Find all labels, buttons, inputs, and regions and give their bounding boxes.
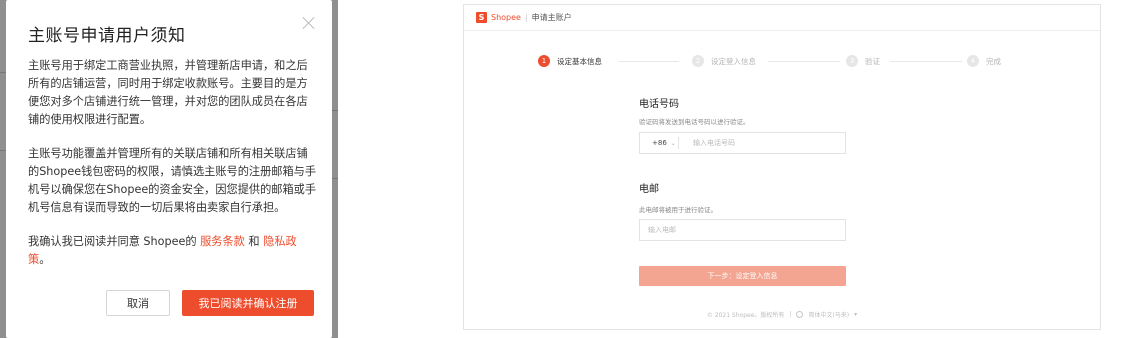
email-hint: 此电邮将被用于进行验证。 — [639, 206, 717, 214]
modal-body: 主账号用于绑定工商营业执照，并管理新店申请，和之后所有的店铺运营，同时用于绑定收… — [28, 57, 318, 285]
modal-overlay: 主账号申请用户须知 主账号用于绑定工商营业执照，并管理新店申请，和之后所有的店铺… — [0, 0, 338, 338]
phone-section-title: 电话号码 — [639, 99, 679, 110]
step-label: 设定基本信息 — [557, 56, 602, 66]
language-selector[interactable]: 简体中文(马来) — [808, 310, 849, 319]
agreement-text: 我确认我已阅读并同意 Shopee的 服务条款 和 隐私政策。 — [28, 233, 318, 269]
shopee-logo-text[interactable]: Shopee — [491, 13, 521, 22]
step-number: 4 — [967, 55, 979, 67]
step-login-info: 2 设定登入信息 — [692, 55, 756, 67]
confirm-register-button[interactable]: 我已阅读并确认注册 — [182, 290, 314, 316]
next-step-button[interactable]: 下一步：设定登入信息 — [639, 266, 846, 286]
footer-divider: | — [789, 311, 792, 318]
phone-field: +86 ⌄ 输入电话号码 — [639, 132, 846, 154]
step-label: 完成 — [986, 56, 1001, 66]
phone-hint: 验证码将发送到电话号码以进行验证。 — [639, 118, 750, 126]
agreement-suffix: 。 — [39, 253, 51, 266]
page-title: 申请主账户 — [531, 13, 572, 22]
step-number: 3 — [846, 55, 858, 67]
agreement-and: 和 — [244, 235, 264, 248]
notice-paragraph-1: 主账号用于绑定工商营业执照，并管理新店申请，和之后所有的店铺运营，同时用于绑定收… — [28, 59, 308, 126]
agreement-prefix: 我确认我已阅读并同意 Shopee的 — [28, 235, 201, 248]
step-connector — [619, 61, 679, 62]
modal-footer: 取消 我已阅读并确认注册 — [106, 290, 314, 316]
step-basic-info: 1 设定基本信息 — [538, 55, 602, 67]
phone-input[interactable]: 输入电话号码 — [685, 138, 735, 148]
step-number: 1 — [538, 55, 550, 67]
email-input[interactable]: 输入电邮 — [639, 219, 846, 241]
email-placeholder: 输入电邮 — [648, 226, 676, 234]
field-divider — [678, 137, 679, 149]
step-connector — [890, 61, 962, 62]
cancel-button[interactable]: 取消 — [106, 290, 170, 316]
terms-modal: 主账号申请用户须知 主账号用于绑定工商营业执照，并管理新店申请，和之后所有的店铺… — [6, 0, 332, 338]
country-code-select[interactable]: +86 ⌄ — [640, 139, 678, 147]
header-separator: | — [524, 13, 528, 22]
globe-icon — [796, 311, 804, 318]
chevron-down-icon: ▾ — [854, 311, 858, 318]
registration-page: S Shopee | 申请主账户 1 设定基本信息 2 设定登入信息 3 验证 … — [463, 4, 1101, 330]
step-connector — [768, 61, 840, 62]
page-footer: © 2021 Shopee。版权所有 | 简体中文(马来) ▾ — [464, 310, 1100, 319]
step-complete: 4 完成 — [967, 55, 1001, 67]
close-icon[interactable] — [302, 16, 316, 30]
step-label: 设定登入信息 — [711, 56, 756, 66]
notice-paragraph-2: 主账号功能覆盖并管理所有的关联店铺和所有相关联店铺的Shopee钱包密码的权限，… — [28, 147, 317, 214]
step-label: 验证 — [865, 56, 880, 66]
step-number: 2 — [692, 55, 704, 67]
copyright-text: © 2021 Shopee。版权所有 — [706, 312, 785, 319]
shopee-bag-icon: S — [476, 12, 487, 23]
step-verify: 3 验证 — [846, 55, 880, 67]
header-bar: S Shopee | 申请主账户 — [464, 5, 1100, 31]
country-code-value: +86 — [652, 139, 667, 147]
terms-of-service-link[interactable]: 服务条款 — [200, 235, 245, 248]
progress-stepper: 1 设定基本信息 2 设定登入信息 3 验证 4 完成 — [464, 55, 1100, 69]
modal-title: 主账号申请用户须知 — [28, 26, 186, 46]
chevron-down-icon: ⌄ — [670, 139, 676, 147]
email-section-title: 电邮 — [639, 184, 659, 195]
